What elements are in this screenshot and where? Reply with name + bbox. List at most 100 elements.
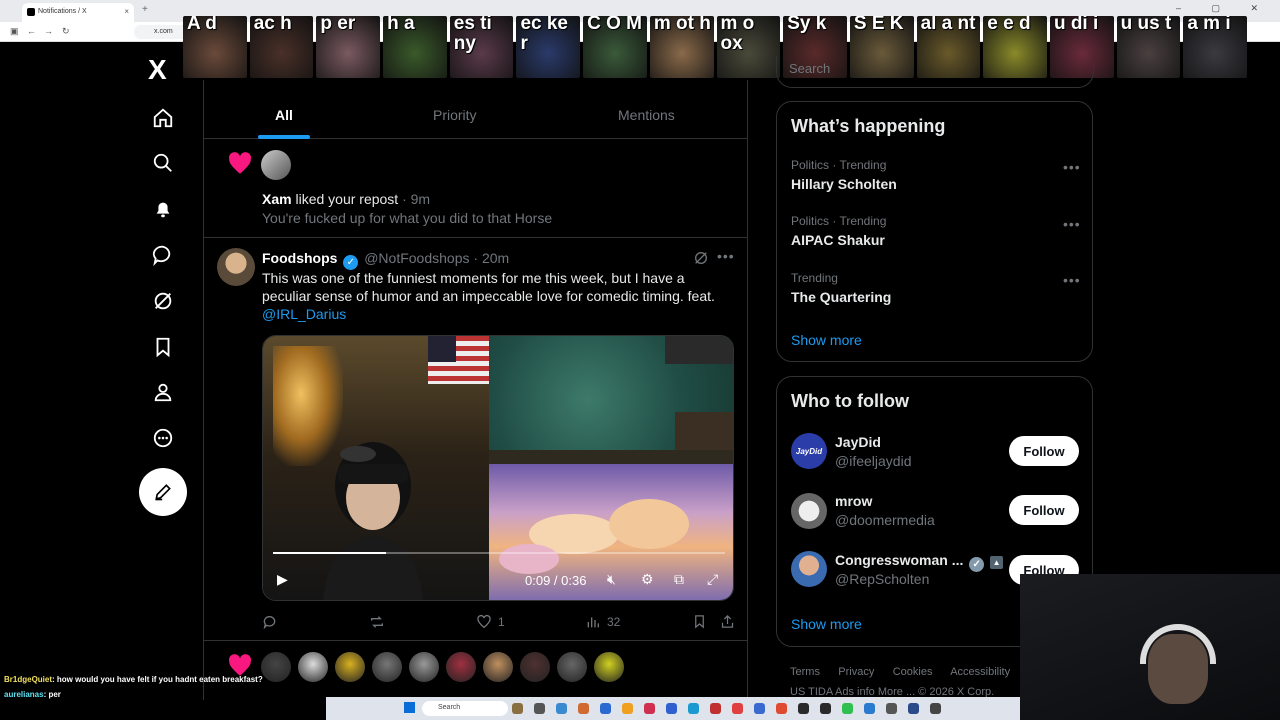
sidebar-toggle-icon[interactable]: ▣ bbox=[10, 26, 19, 37]
tweet[interactable]: Foodshops ✓ @NotFoodshops · 20m ••• This… bbox=[204, 239, 748, 641]
taskbar-app-icon[interactable] bbox=[798, 703, 809, 714]
show-more-link[interactable]: Show more bbox=[791, 332, 862, 348]
taskbar-app-icon[interactable] bbox=[688, 703, 699, 714]
search-input[interactable]: Search bbox=[776, 56, 1094, 88]
video-player[interactable]: ▶ 0:09 / 0:36 🔇︎ ⚙ ⧉ ⤢ bbox=[262, 335, 734, 601]
grok-icon[interactable] bbox=[150, 288, 176, 314]
notification-tabs: All Priority Mentions bbox=[204, 80, 748, 139]
tab-close-icon[interactable]: × bbox=[124, 7, 129, 16]
avatar[interactable]: JayDid bbox=[791, 433, 827, 469]
picture-in-picture-icon[interactable]: ⧉ bbox=[674, 571, 684, 588]
avatar[interactable] bbox=[791, 493, 827, 529]
follow-handle[interactable]: @ifeeljaydid bbox=[835, 453, 911, 469]
taskbar-app-icon[interactable] bbox=[732, 703, 743, 714]
avatar[interactable] bbox=[335, 652, 365, 682]
avatar[interactable] bbox=[520, 652, 550, 682]
more-icon[interactable]: ••• bbox=[1063, 272, 1081, 288]
video-progress-bar[interactable] bbox=[273, 552, 725, 554]
window-controls[interactable]: – ▢ ✕ bbox=[1176, 3, 1272, 14]
back-icon[interactable]: ← bbox=[27, 26, 36, 36]
tab-priority[interactable]: Priority bbox=[433, 107, 477, 123]
avatar[interactable] bbox=[217, 248, 255, 286]
follow-name[interactable]: Congresswoman ... ✓ ▲ bbox=[835, 552, 1004, 572]
browser-tab[interactable]: Notifications / X × bbox=[22, 3, 134, 22]
bookmark-icon[interactable] bbox=[692, 614, 707, 629]
taskbar-app-icon[interactable] bbox=[776, 703, 787, 714]
notifications-bell-icon[interactable] bbox=[150, 196, 176, 222]
footer-link-cookies[interactable]: Cookies bbox=[893, 666, 933, 678]
repost-button[interactable] bbox=[369, 614, 391, 630]
follow-button[interactable]: Follow bbox=[1009, 495, 1079, 525]
avatar[interactable] bbox=[594, 652, 624, 682]
mute-icon[interactable]: 🔇︎ bbox=[607, 571, 616, 588]
follow-handle[interactable]: @doomermedia bbox=[835, 512, 935, 528]
avatar[interactable] bbox=[409, 652, 439, 682]
fullscreen-icon[interactable]: ⤢ bbox=[707, 571, 718, 588]
taskbar-app-icon[interactable] bbox=[534, 703, 545, 714]
more-icon[interactable]: ••• bbox=[1063, 216, 1081, 232]
profile-icon[interactable] bbox=[150, 379, 176, 405]
avatar[interactable] bbox=[483, 652, 513, 682]
show-more-link[interactable]: Show more bbox=[791, 616, 862, 632]
follow-button[interactable]: Follow bbox=[1009, 436, 1079, 466]
avatar[interactable] bbox=[261, 150, 291, 180]
taskbar-app-icon[interactable] bbox=[556, 703, 567, 714]
taskbar-app-icon[interactable] bbox=[908, 703, 919, 714]
mention-link[interactable]: @IRL_Darius bbox=[262, 306, 346, 322]
x-logo-icon[interactable]: X bbox=[148, 54, 167, 86]
tweet-time[interactable]: · 20m bbox=[473, 250, 509, 266]
reply-button[interactable] bbox=[262, 614, 284, 630]
tweet-author-handle[interactable]: @NotFoodshops bbox=[364, 250, 469, 266]
settings-gear-icon[interactable]: ⚙ bbox=[641, 571, 654, 588]
grok-icon[interactable] bbox=[693, 250, 709, 266]
taskbar-app-icon[interactable] bbox=[864, 703, 875, 714]
compose-post-button[interactable] bbox=[139, 468, 187, 516]
avatar[interactable] bbox=[446, 652, 476, 682]
windows-start-icon[interactable] bbox=[404, 702, 415, 713]
footer-link-privacy[interactable]: Privacy bbox=[838, 666, 874, 678]
avatar[interactable] bbox=[791, 551, 827, 587]
avatar[interactable] bbox=[557, 652, 587, 682]
taskbar-app-icon[interactable] bbox=[644, 703, 655, 714]
play-icon[interactable]: ▶ bbox=[277, 571, 288, 588]
taskbar-app-icon[interactable] bbox=[886, 703, 897, 714]
views-button[interactable]: 32 bbox=[585, 614, 620, 630]
footer-link-accessibility[interactable]: Accessibility bbox=[950, 666, 1010, 678]
like-button[interactable]: 1 bbox=[476, 614, 505, 630]
share-icon[interactable] bbox=[720, 614, 735, 629]
more-icon[interactable]: ••• bbox=[1063, 159, 1081, 175]
liker-name[interactable]: Xam bbox=[262, 191, 292, 207]
taskbar-search[interactable]: Search bbox=[422, 701, 508, 716]
follow-name[interactable]: JayDid bbox=[835, 434, 881, 450]
emote-image: p er bbox=[316, 16, 381, 78]
taskbar-app-icon[interactable] bbox=[512, 703, 523, 714]
messages-icon[interactable] bbox=[150, 242, 176, 268]
new-tab-button[interactable]: + bbox=[142, 4, 148, 15]
compose-icon bbox=[155, 484, 171, 501]
avatar[interactable] bbox=[372, 652, 402, 682]
taskbar-app-icon[interactable] bbox=[600, 703, 611, 714]
taskbar-app-icon[interactable] bbox=[754, 703, 765, 714]
follow-handle[interactable]: @RepScholten bbox=[835, 571, 929, 587]
tab-all[interactable]: All bbox=[275, 107, 293, 123]
more-options-icon[interactable] bbox=[150, 425, 176, 451]
follow-name[interactable]: mrow bbox=[835, 493, 872, 509]
taskbar-app-icon[interactable] bbox=[820, 703, 831, 714]
taskbar-app-icon[interactable] bbox=[666, 703, 677, 714]
reload-icon[interactable]: ↻ bbox=[62, 26, 70, 37]
reply-icon bbox=[263, 616, 276, 630]
home-icon[interactable] bbox=[150, 105, 176, 131]
tweet-text: This was one of the funniest moments for… bbox=[262, 270, 715, 322]
taskbar-app-icon[interactable] bbox=[710, 703, 721, 714]
tweet-author-name[interactable]: Foodshops bbox=[262, 250, 337, 266]
taskbar-app-icon[interactable] bbox=[578, 703, 589, 714]
taskbar-app-icon[interactable] bbox=[930, 703, 941, 714]
more-icon[interactable]: ••• bbox=[717, 248, 735, 264]
tab-mentions[interactable]: Mentions bbox=[618, 107, 675, 123]
footer-link-terms[interactable]: Terms bbox=[790, 666, 820, 678]
taskbar-app-icon[interactable] bbox=[622, 703, 633, 714]
taskbar-app-icon[interactable] bbox=[842, 703, 853, 714]
search-icon[interactable] bbox=[150, 150, 176, 176]
forward-icon[interactable]: → bbox=[44, 26, 53, 36]
bookmarks-icon[interactable] bbox=[150, 334, 176, 360]
